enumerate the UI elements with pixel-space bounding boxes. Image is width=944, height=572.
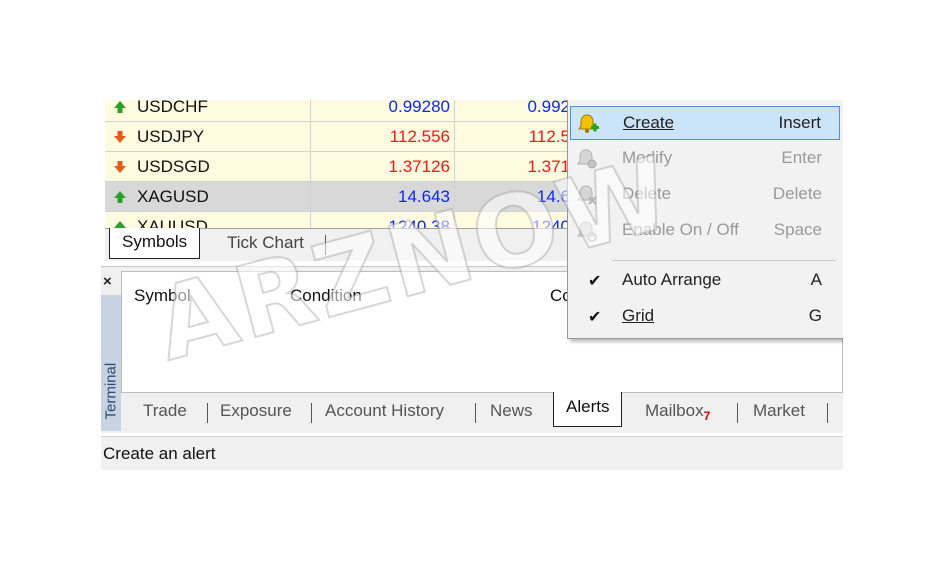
bell-toggle-icon bbox=[577, 221, 597, 242]
mt4-window: USDCHF 0.99280 0.992 USDJPY 112.556 112.… bbox=[101, 100, 843, 470]
tab-separator bbox=[737, 403, 738, 423]
tab-tick-chart[interactable]: Tick Chart bbox=[227, 229, 304, 259]
ask-price: 1.371 bbox=[455, 152, 575, 182]
close-icon[interactable]: × bbox=[103, 273, 112, 290]
menu-item-auto-arrange[interactable]: ✔ Auto Arrange A bbox=[570, 264, 840, 298]
terminal-side-bar: Terminal bbox=[101, 295, 121, 431]
tab-market[interactable]: Market bbox=[753, 399, 805, 423]
bell-delete-icon bbox=[577, 185, 597, 205]
menu-label: Delete bbox=[622, 184, 672, 203]
down-arrow-icon bbox=[114, 131, 126, 143]
ask-price: 0.992 bbox=[455, 100, 575, 122]
menu-shortcut: A bbox=[810, 270, 822, 289]
menu-item-enable-toggle[interactable]: Enable On / Off Space bbox=[570, 214, 840, 248]
menu-label: Modify bbox=[622, 148, 673, 167]
ask-price: 112.5 bbox=[455, 122, 575, 152]
down-arrow-icon bbox=[114, 161, 126, 173]
menu-item-grid[interactable]: ✔ Grid G bbox=[570, 300, 840, 334]
menu-separator bbox=[612, 260, 836, 261]
tab-news[interactable]: News bbox=[490, 399, 533, 423]
tab-separator bbox=[475, 403, 476, 423]
bell-gear-icon bbox=[577, 149, 597, 169]
tab-separator bbox=[827, 403, 828, 423]
context-menu: Create Insert Modify Enter Delete Delete bbox=[567, 100, 843, 339]
menu-label: Grid bbox=[622, 306, 655, 325]
menu-shortcut: Insert bbox=[778, 113, 821, 132]
tab-separator bbox=[325, 235, 326, 255]
menu-item-delete[interactable]: Delete Delete bbox=[570, 178, 840, 212]
tab-separator bbox=[207, 403, 208, 423]
bid-price: 1.37126 bbox=[311, 152, 455, 182]
tab-account-history[interactable]: Account History bbox=[325, 399, 444, 423]
menu-label: Enable On / Off bbox=[622, 220, 739, 239]
tab-symbols[interactable]: Symbols bbox=[109, 228, 201, 259]
symbol-name: USDJPY bbox=[137, 127, 205, 146]
up-arrow-icon bbox=[114, 101, 126, 113]
menu-shortcut: Delete bbox=[772, 184, 822, 203]
status-text: Create an alert bbox=[103, 444, 216, 463]
check-icon: ✔ bbox=[588, 273, 602, 290]
bid-price: 112.556 bbox=[311, 122, 455, 152]
tab-trade[interactable]: Trade bbox=[143, 399, 187, 423]
symbol-name: USDCHF bbox=[137, 100, 208, 116]
tab-exposure[interactable]: Exposure bbox=[220, 399, 292, 423]
mailbox-count-badge: 7 bbox=[703, 409, 711, 423]
menu-item-create[interactable]: Create Insert bbox=[570, 106, 840, 140]
menu-item-modify[interactable]: Modify Enter bbox=[570, 142, 840, 176]
symbol-name: USDSGD bbox=[137, 157, 210, 176]
column-header-symbol[interactable]: Symbol bbox=[134, 286, 191, 306]
symbol-name: XAGUSD bbox=[137, 187, 209, 206]
menu-label: Create bbox=[623, 113, 675, 132]
menu-label: Auto Arrange bbox=[622, 270, 722, 289]
column-header-condition[interactable]: Condition bbox=[290, 286, 362, 306]
tab-mailbox-label: Mailbox bbox=[645, 401, 704, 420]
bid-price: 14.643 bbox=[311, 182, 455, 212]
menu-shortcut: Enter bbox=[781, 148, 822, 167]
tab-mailbox[interactable]: Mailbox7 bbox=[645, 399, 710, 428]
tab-separator bbox=[311, 403, 312, 423]
terminal-tabs: Trade Exposure Account History News Aler… bbox=[121, 392, 843, 431]
terminal-label: Terminal bbox=[102, 362, 120, 420]
bid-price: 0.99280 bbox=[311, 100, 455, 122]
ask-price: 14.6 bbox=[455, 182, 575, 212]
status-bar: Create an alert bbox=[101, 436, 843, 470]
up-arrow-icon bbox=[114, 191, 126, 203]
tab-alerts[interactable]: Alerts bbox=[553, 392, 623, 427]
market-watch-tabs: Symbols Tick Chart bbox=[105, 228, 585, 261]
menu-shortcut: Space bbox=[773, 220, 822, 239]
menu-shortcut: G bbox=[808, 306, 822, 325]
check-icon: ✔ bbox=[588, 309, 602, 326]
bell-add-icon bbox=[578, 114, 599, 133]
